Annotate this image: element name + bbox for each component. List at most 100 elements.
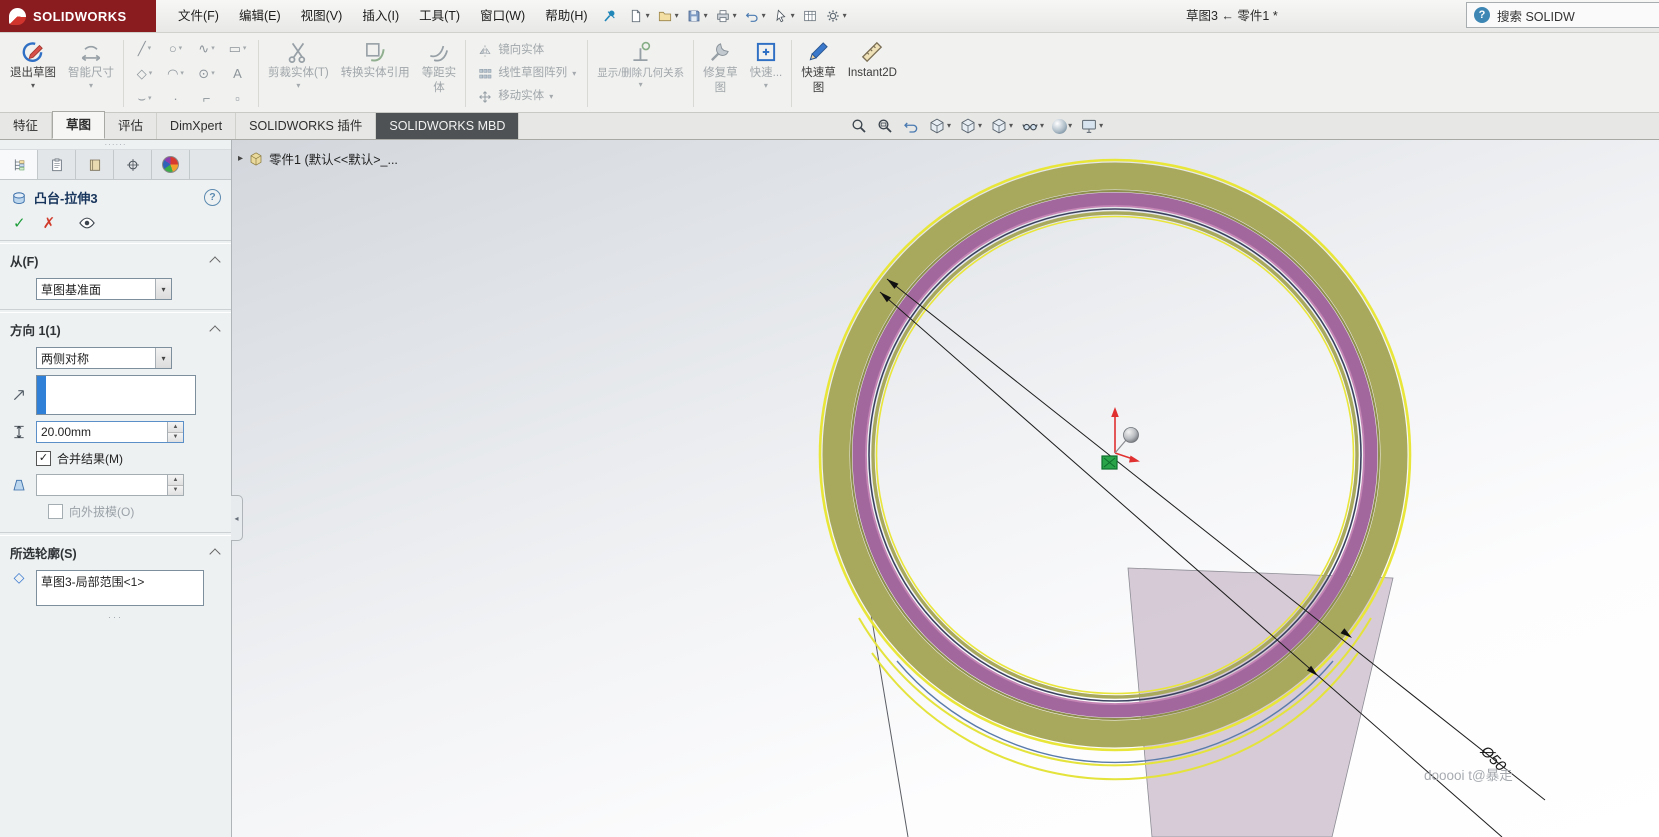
end-condition-dropdown-icon[interactable]: ▾ [155, 348, 171, 368]
exit-sketch-caret[interactable]: ▾ [31, 82, 35, 90]
chevron-up-icon[interactable] [209, 548, 221, 560]
undo-button[interactable]: ▾ [742, 5, 768, 27]
open-caret[interactable]: ▾ [675, 12, 679, 20]
trim-entities-caret[interactable]: ▾ [296, 82, 300, 90]
instant2d-button[interactable]: Instant2D [842, 35, 903, 112]
convert-entities-button[interactable]: 转换实体引用 [335, 35, 416, 112]
spin-down-icon[interactable]: ▼ [168, 484, 183, 495]
spline-tool-caret[interactable]: ▾ [211, 45, 215, 52]
print-button[interactable]: ▾ [713, 5, 739, 27]
select-caret[interactable]: ▾ [791, 12, 795, 20]
arc-tool-button[interactable]: ◠ ▾ [160, 61, 191, 86]
appearance-caret[interactable]: ▾ [1068, 122, 1072, 130]
view-settings-button[interactable]: ▾ [1078, 115, 1105, 137]
save-caret[interactable]: ▾ [704, 12, 708, 20]
edit-appearance-button[interactable]: ▾ [1050, 117, 1074, 136]
selected-contours-list[interactable]: 草图3-局部范围<1> [36, 570, 204, 606]
rectangle-tool-button[interactable]: ▭ ▾ [222, 36, 253, 61]
direction-reference-input[interactable] [36, 375, 196, 415]
draft-outward-row[interactable]: 向外拔模(O) [0, 499, 231, 524]
polygon-tool-caret[interactable]: ▾ [149, 70, 153, 77]
tab-display-manager[interactable] [152, 150, 190, 179]
contour-item[interactable]: 草图3-局部范围<1> [41, 575, 144, 589]
fillet-tool-button[interactable]: ⌐ [191, 86, 222, 111]
from-section-header[interactable]: 从(F) [0, 244, 231, 275]
tab-dimxpert-manager[interactable] [114, 150, 152, 179]
pin-menu-button[interactable] [602, 8, 618, 24]
circle-tool-caret[interactable]: ▾ [179, 45, 183, 52]
flyout-part-label[interactable]: 零件1 (默认<<默认>_... [269, 149, 398, 168]
options-button[interactable]: ▾ [823, 5, 849, 27]
zoom-fit-button[interactable] [848, 115, 870, 137]
slot-tool-button[interactable]: ⌣ ▾ [129, 86, 160, 111]
search-box[interactable]: ? 搜索 SOLIDW [1466, 2, 1659, 28]
merge-result-checkbox[interactable]: ✓ [36, 451, 51, 466]
display-delete-relations-caret[interactable]: ▾ [639, 81, 643, 89]
draft-outward-checkbox[interactable] [48, 504, 63, 519]
circle-tool-button[interactable]: ○ ▾ [160, 36, 191, 61]
panel-collapse-handle[interactable]: ◂ [231, 495, 243, 541]
save-button[interactable]: ▾ [684, 5, 710, 27]
display-style-button[interactable]: ▾ [988, 115, 1015, 137]
search-input[interactable]: 搜索 SOLIDW [1497, 6, 1575, 25]
plane-tool-button[interactable]: ▫ [222, 86, 253, 111]
previous-view-button[interactable] [900, 115, 922, 137]
panel-splitter[interactable]: ······ [0, 140, 231, 149]
line-tool-caret[interactable]: ▾ [148, 45, 152, 52]
cancel-button[interactable]: ✗ [43, 214, 56, 232]
view-orientation-caret[interactable]: ▾ [978, 122, 982, 130]
spin-down-icon[interactable]: ▼ [168, 431, 183, 442]
menu-edit[interactable]: 编辑(E) [229, 1, 291, 32]
preview-eye-button[interactable] [78, 214, 96, 232]
graphics-viewport[interactable]: ▸ 零件1 (默认<<默认>_... Ø50 dooooi t@暴走 [232, 140, 1659, 837]
spin-up-icon[interactable]: ▲ [168, 422, 183, 432]
select-button[interactable]: ▾ [771, 5, 797, 27]
end-condition-select[interactable]: 两侧对称 ▾ [36, 347, 172, 369]
feature-tree-flyout[interactable]: ▸ 零件1 (默认<<默认>_... [238, 149, 398, 168]
model-canvas[interactable]: Ø50 dooooi t@暴走 [232, 140, 1659, 837]
display-style-caret[interactable]: ▾ [1009, 122, 1013, 130]
draft-icon-wrap[interactable] [8, 477, 30, 493]
move-entities-caret[interactable]: ▾ [549, 92, 553, 101]
rectangle-tool-caret[interactable]: ▾ [243, 45, 247, 52]
flyout-collapse-icon[interactable]: ▸ [238, 153, 243, 164]
smart-dimension-button[interactable]: 智能尺寸 ▾ [62, 35, 120, 112]
tab-sketch[interactable]: 草图 [52, 111, 106, 139]
mirror-entities-button[interactable]: 镜向实体 [473, 41, 580, 61]
display-delete-relations-button[interactable]: 显示/删除几何关系 ▾ [591, 35, 690, 112]
ok-button[interactable]: ✓ [13, 214, 26, 232]
merge-result-row[interactable]: ✓ 合并结果(M) [0, 446, 231, 471]
chevron-up-icon[interactable] [209, 325, 221, 337]
section-view-button[interactable]: ▾ [926, 115, 953, 137]
rapid-sketch-button[interactable]: 快速草 图 [795, 35, 842, 112]
section-view-caret[interactable]: ▾ [947, 122, 951, 130]
offset-entities-button[interactable]: 等距实 体 [416, 35, 463, 112]
tab-property-manager[interactable] [38, 150, 76, 179]
help-icon[interactable]: ? [1474, 7, 1490, 23]
move-entities-button[interactable]: 移动实体 ▾ [473, 87, 580, 107]
chevron-up-icon[interactable] [209, 256, 221, 268]
line-tool-button[interactable]: ╱ ▾ [129, 36, 160, 61]
menu-window[interactable]: 窗口(W) [470, 1, 535, 32]
rapid-snap-caret[interactable]: ▾ [764, 82, 768, 90]
selected-contours-section-header[interactable]: 所选轮廓(S) [0, 536, 231, 567]
extrude-preview-ring[interactable] [822, 162, 1408, 748]
exit-sketch-button[interactable]: 退出草图 ▾ [4, 35, 62, 112]
view-orientation-button[interactable]: ▾ [957, 115, 984, 137]
origin-triad[interactable] [1101, 407, 1140, 470]
rapid-snap-button[interactable]: 快速... ▾ [744, 35, 789, 112]
smart-dimension-caret[interactable]: ▾ [89, 82, 93, 90]
options-caret[interactable]: ▾ [843, 12, 847, 20]
new-document-button[interactable]: ▾ [626, 5, 652, 27]
draft-angle-spinbox[interactable]: ▲ ▼ [36, 474, 184, 496]
ellipse-tool-button[interactable]: ⊙ ▾ [191, 61, 222, 86]
slot-tool-caret[interactable]: ▾ [148, 95, 152, 102]
from-plane-select[interactable]: 草图基准面 ▾ [36, 278, 172, 300]
tab-feature-tree[interactable] [0, 150, 38, 179]
tab-solidworks-mbd[interactable]: SOLIDWORKS MBD [376, 113, 520, 139]
tab-dimxpert[interactable]: DimXpert [157, 113, 237, 139]
tab-configurations[interactable] [76, 150, 114, 179]
menu-view[interactable]: 视图(V) [291, 1, 353, 32]
spline-tool-button[interactable]: ∿ ▾ [191, 36, 222, 61]
menu-help[interactable]: 帮助(H) [535, 1, 597, 32]
